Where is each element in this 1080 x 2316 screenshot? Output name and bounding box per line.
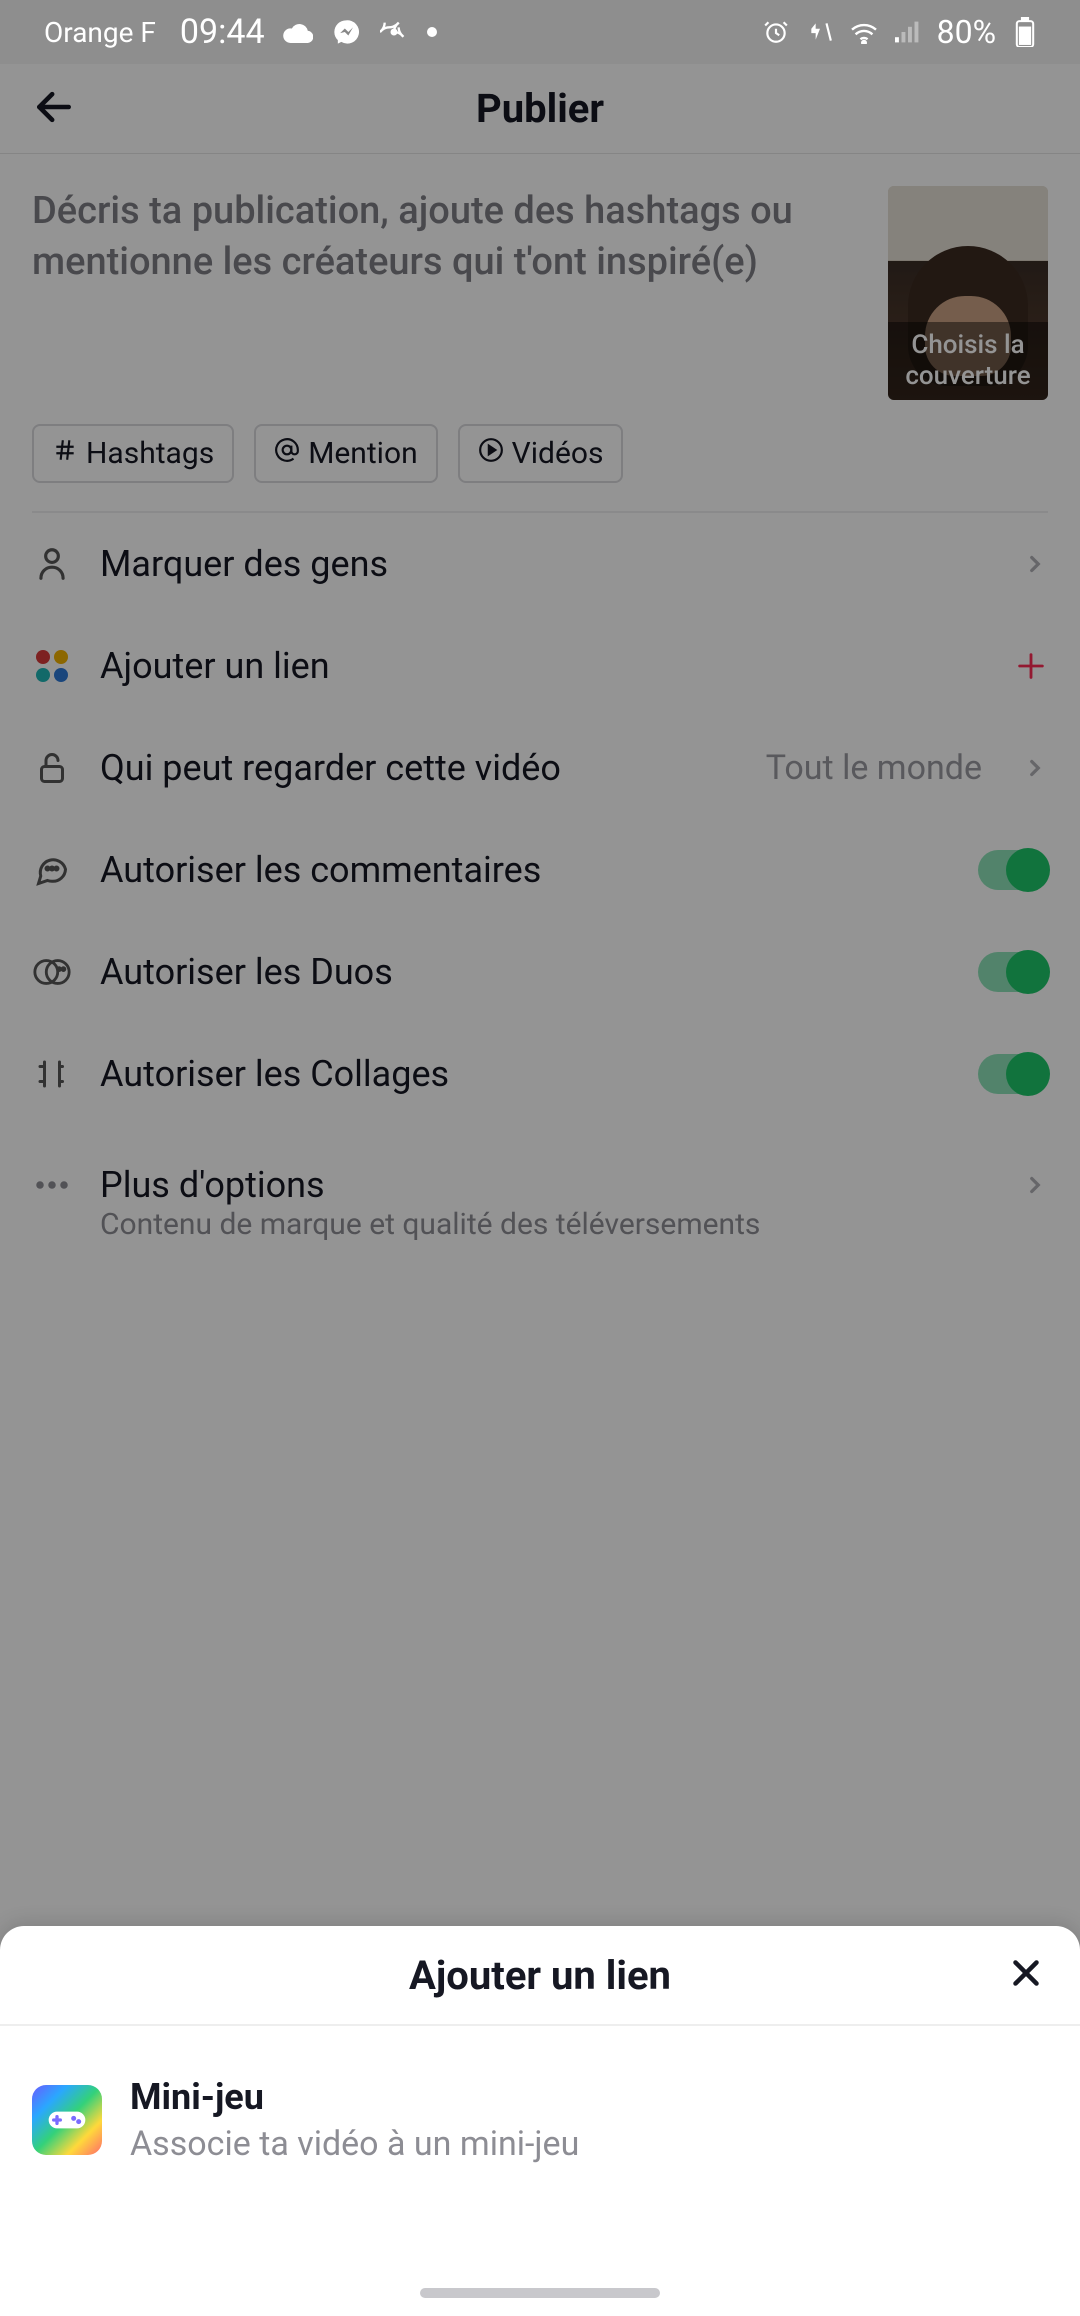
close-button[interactable]	[1008, 1955, 1044, 1995]
vibrate-icon	[805, 17, 835, 47]
battery-icon	[1010, 17, 1040, 47]
mini-game-option[interactable]: Mini-jeu Associe ta vidéo à un mini-jeu	[32, 2076, 1048, 2164]
messenger-icon	[331, 17, 361, 47]
carrier-label: Orange F	[44, 16, 156, 49]
gesture-handle[interactable]	[420, 2288, 660, 2298]
pinwheel-icon	[379, 17, 409, 47]
sheet-title: Ajouter un lien	[409, 1952, 671, 1999]
battery-label: 80%	[937, 13, 996, 51]
mini-game-title: Mini-jeu	[130, 2076, 579, 2118]
clock-label: 09:44	[180, 12, 265, 52]
add-link-sheet: Ajouter un lien Mini-jeu Associe ta vidé…	[0, 1926, 1080, 2316]
gamepad-icon	[32, 2085, 102, 2155]
notification-dot-icon	[427, 27, 437, 37]
status-bar: Orange F 09:44 80%	[0, 0, 1080, 64]
signal-icon	[893, 17, 923, 47]
wifi-icon	[849, 17, 879, 47]
mini-game-subtitle: Associe ta vidéo à un mini-jeu	[130, 2124, 579, 2164]
alarm-icon	[761, 17, 791, 47]
cloud-icon	[283, 17, 313, 47]
